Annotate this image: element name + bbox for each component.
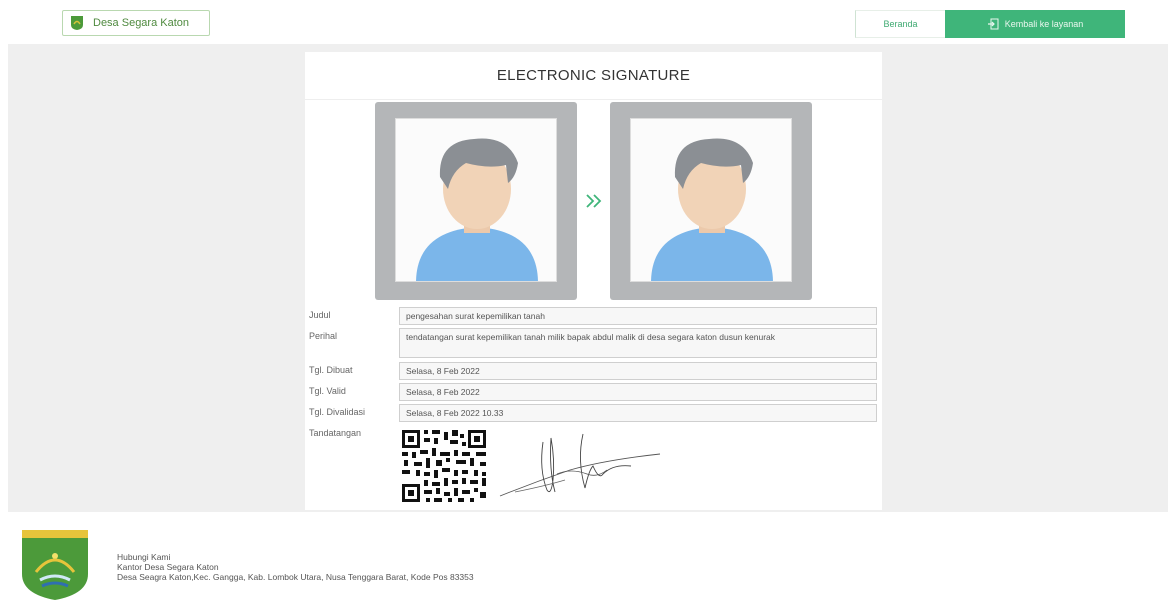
field-label: Tgl. Divalidasi [309,407,366,417]
signature-row: Tandatangan [305,426,882,506]
person-icon [651,138,773,281]
sign-in-icon [987,18,999,30]
handwritten-signature [499,433,661,497]
subject-field: tendatangan surat kepemilikan tanah mili… [399,328,877,358]
signature-label: Tandatangan [309,428,362,438]
field-label: Perihal [309,331,338,341]
top-nav: Beranda Kembali ke layanan [855,10,1125,38]
title-field: pengesahan surat kepemilikan tanah [399,307,877,325]
field-label: Judul [309,310,331,320]
card-header: ELECTRONIC SIGNATURE [305,52,882,100]
village-emblem-logo [22,530,88,600]
qr-code [400,428,490,504]
validator-avatar [630,118,792,282]
contact-heading: Hubungi Kami [117,552,171,562]
double-chevron-right-icon [586,194,602,208]
field-label: Tgl. Dibuat [309,365,353,375]
signature-card: ELECTRONIC SIGNATURE Judul pengesahan su… [305,52,882,510]
back-to-services-label: Kembali ke layanan [1004,19,1084,29]
validated-date-field: Selasa, 8 Feb 2022 10.33 [399,404,877,422]
brand-name: Desa Segara Katon [93,17,190,29]
nav-home-link[interactable]: Beranda [855,10,945,38]
village-logo-icon [71,16,83,30]
signer-avatar [395,118,557,282]
signer-photo-frame [375,102,577,300]
top-navbar: Desa Segara Katon Beranda Kembali ke lay… [0,0,1175,44]
footer: Hubungi Kami Kantor Desa Segara Katon De… [0,512,1175,603]
contact-info: Hubungi Kami Kantor Desa Segara Katon De… [117,552,474,582]
field-label: Tgl. Valid [309,386,346,396]
office-name: Kantor Desa Segara Katon [117,562,219,572]
created-date-field: Selasa, 8 Feb 2022 [399,362,877,380]
back-to-services-button[interactable]: Kembali ke layanan [945,10,1125,38]
brand-link[interactable]: Desa Segara Katon [62,10,210,36]
valid-date-field: Selasa, 8 Feb 2022 [399,383,877,401]
validator-photo-frame [610,102,812,300]
page-title: ELECTRONIC SIGNATURE [496,67,691,84]
office-address: Desa Seagra Katon,Kec. Gangga, Kab. Lomb… [117,572,474,582]
person-icon [416,138,538,281]
